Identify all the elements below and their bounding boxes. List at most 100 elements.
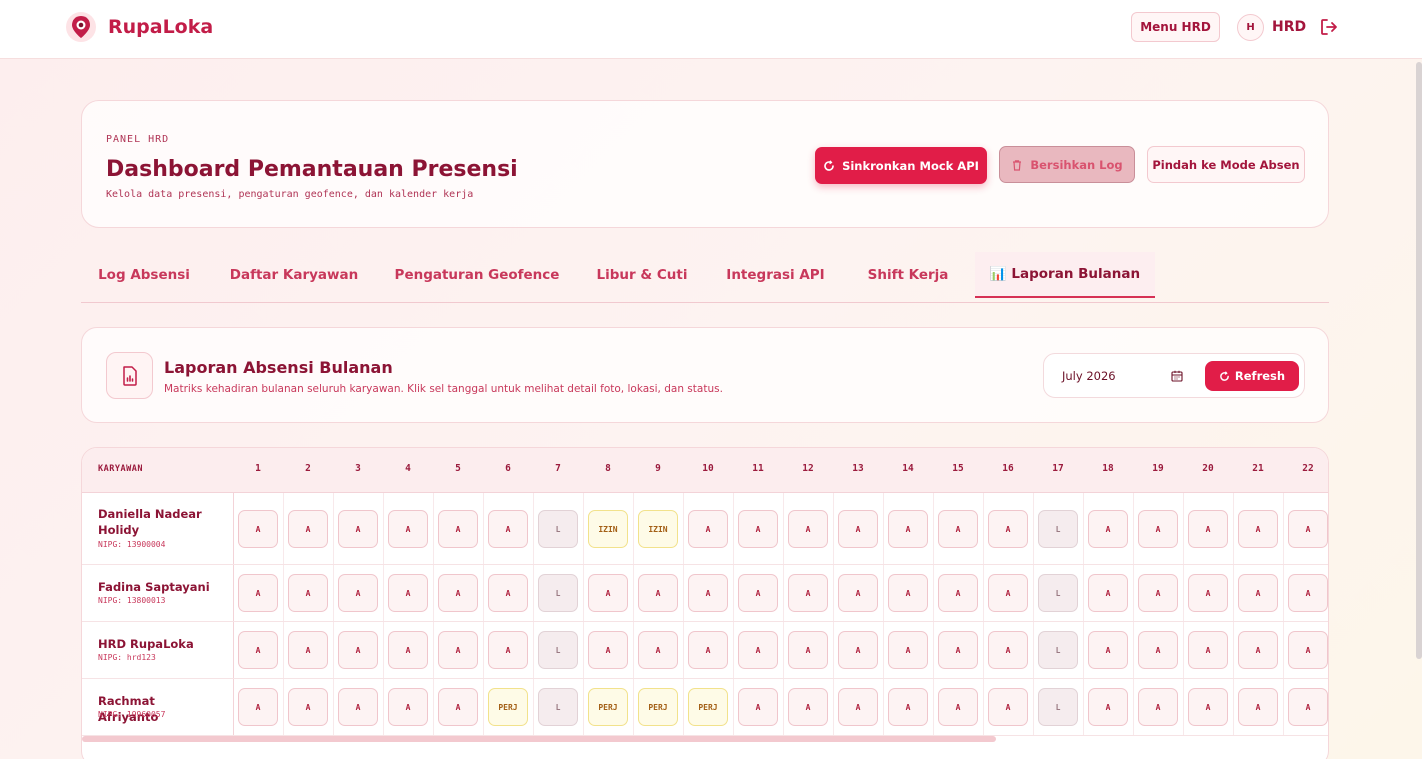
attendance-day-cell[interactable]: PERJ [588, 688, 628, 726]
attendance-day-cell[interactable]: IZIN [588, 510, 628, 548]
attendance-day-cell[interactable]: L [538, 688, 578, 726]
attendance-day-cell[interactable]: PERJ [688, 688, 728, 726]
logout-icon[interactable] [1319, 17, 1339, 37]
attendance-day-cell[interactable]: A [1188, 631, 1228, 669]
tab-libur-cuti[interactable]: Libur & Cuti [590, 252, 694, 298]
clear-log-button[interactable]: Bersihkan Log [999, 146, 1135, 183]
horizontal-scrollbar[interactable] [82, 736, 996, 742]
attendance-day-cell[interactable]: A [738, 574, 778, 612]
attendance-day-cell[interactable]: A [338, 631, 378, 669]
attendance-day-cell[interactable]: A [1288, 510, 1328, 548]
calendar-icon[interactable] [1170, 369, 1184, 383]
attendance-day-cell[interactable]: L [538, 574, 578, 612]
attendance-day-cell[interactable]: A [938, 510, 978, 548]
attendance-day-cell[interactable]: A [338, 688, 378, 726]
attendance-day-cell[interactable]: A [888, 631, 928, 669]
attendance-day-cell[interactable]: A [438, 631, 478, 669]
attendance-day-cell[interactable]: A [1088, 574, 1128, 612]
attendance-day-cell[interactable]: A [838, 510, 878, 548]
attendance-day-cell[interactable]: A [738, 688, 778, 726]
attendance-day-cell[interactable]: A [1188, 688, 1228, 726]
attendance-day-cell[interactable]: A [688, 510, 728, 548]
attendance-day-cell[interactable]: A [638, 574, 678, 612]
attendance-day-cell[interactable]: PERJ [638, 688, 678, 726]
attendance-day-cell[interactable]: A [738, 510, 778, 548]
attendance-day-cell[interactable]: A [1188, 510, 1228, 548]
attendance-day-cell[interactable]: A [1238, 574, 1278, 612]
attendance-day-cell[interactable]: A [788, 510, 828, 548]
attendance-day-cell[interactable]: L [1038, 510, 1078, 548]
attendance-day-cell[interactable]: A [288, 510, 328, 548]
attendance-day-cell[interactable]: A [1088, 631, 1128, 669]
attendance-day-cell[interactable]: A [1238, 510, 1278, 548]
attendance-day-cell[interactable]: A [888, 510, 928, 548]
attendance-day-cell[interactable]: A [438, 688, 478, 726]
attendance-day-cell[interactable]: A [1238, 688, 1278, 726]
attendance-day-cell[interactable]: A [1288, 574, 1328, 612]
attendance-day-cell[interactable]: A [1288, 688, 1328, 726]
attendance-day-cell[interactable]: A [838, 574, 878, 612]
attendance-day-cell[interactable]: A [238, 574, 278, 612]
attendance-day-cell[interactable]: A [938, 688, 978, 726]
attendance-day-cell[interactable]: A [588, 631, 628, 669]
tab-integrasi-api[interactable]: Integrasi API [718, 252, 833, 298]
attendance-day-cell[interactable]: A [438, 510, 478, 548]
sync-mock-api-button[interactable]: Sinkronkan Mock API [815, 147, 987, 184]
menu-hrd-button[interactable]: Menu HRD [1131, 12, 1220, 42]
attendance-day-cell[interactable]: PERJ [488, 688, 528, 726]
switch-attendance-mode-button[interactable]: Pindah ke Mode Absen [1147, 146, 1305, 183]
attendance-day-cell[interactable]: A [1288, 631, 1328, 669]
attendance-day-cell[interactable]: L [538, 510, 578, 548]
attendance-day-cell[interactable]: A [1138, 574, 1178, 612]
attendance-day-cell[interactable]: A [288, 631, 328, 669]
attendance-day-cell[interactable]: A [238, 688, 278, 726]
attendance-day-cell[interactable]: A [438, 574, 478, 612]
avatar[interactable]: H [1237, 14, 1264, 41]
attendance-day-cell[interactable]: IZIN [638, 510, 678, 548]
attendance-day-cell[interactable]: A [388, 574, 428, 612]
attendance-day-cell[interactable]: A [1188, 574, 1228, 612]
attendance-day-cell[interactable]: A [988, 631, 1028, 669]
attendance-day-cell[interactable]: L [1038, 631, 1078, 669]
tab-log-absensi[interactable]: Log Absensi [81, 252, 207, 298]
attendance-day-cell[interactable]: A [888, 574, 928, 612]
attendance-day-cell[interactable]: A [338, 510, 378, 548]
refresh-button[interactable]: Refresh [1205, 361, 1299, 391]
attendance-day-cell[interactable]: A [338, 574, 378, 612]
attendance-day-cell[interactable]: A [788, 574, 828, 612]
attendance-day-cell[interactable]: A [388, 688, 428, 726]
attendance-day-cell[interactable]: A [1138, 688, 1178, 726]
attendance-day-cell[interactable]: L [1038, 574, 1078, 612]
attendance-day-cell[interactable]: A [738, 631, 778, 669]
attendance-day-cell[interactable]: A [788, 688, 828, 726]
tab-laporan-bulanan[interactable]: 📊 Laporan Bulanan [975, 252, 1155, 298]
attendance-day-cell[interactable]: A [788, 631, 828, 669]
attendance-day-cell[interactable]: A [938, 631, 978, 669]
attendance-day-cell[interactable]: A [488, 631, 528, 669]
attendance-day-cell[interactable]: A [388, 510, 428, 548]
tab-pengaturan-geofence[interactable]: Pengaturan Geofence [389, 252, 565, 298]
attendance-day-cell[interactable]: L [538, 631, 578, 669]
attendance-day-cell[interactable]: A [288, 688, 328, 726]
attendance-day-cell[interactable]: A [988, 688, 1028, 726]
attendance-day-cell[interactable]: A [1238, 631, 1278, 669]
attendance-day-cell[interactable]: A [1138, 631, 1178, 669]
attendance-day-cell[interactable]: A [838, 631, 878, 669]
page-scrollbar[interactable] [1416, 62, 1422, 659]
attendance-day-cell[interactable]: A [238, 631, 278, 669]
attendance-day-cell[interactable]: A [988, 574, 1028, 612]
attendance-day-cell[interactable]: A [688, 574, 728, 612]
attendance-day-cell[interactable]: A [388, 631, 428, 669]
tab-shift-kerja[interactable]: Shift Kerja [857, 252, 959, 298]
attendance-day-cell[interactable]: A [238, 510, 278, 548]
attendance-day-cell[interactable]: A [638, 631, 678, 669]
attendance-day-cell[interactable]: A [1138, 510, 1178, 548]
month-input[interactable]: July 2026 [1062, 369, 1116, 383]
attendance-day-cell[interactable]: A [288, 574, 328, 612]
brand[interactable]: RupaLoka [66, 12, 213, 42]
tab-daftar-karyawan[interactable]: Daftar Karyawan [218, 252, 370, 298]
attendance-day-cell[interactable]: L [1038, 688, 1078, 726]
attendance-day-cell[interactable]: A [688, 631, 728, 669]
attendance-day-cell[interactable]: A [488, 574, 528, 612]
attendance-day-cell[interactable]: A [488, 510, 528, 548]
